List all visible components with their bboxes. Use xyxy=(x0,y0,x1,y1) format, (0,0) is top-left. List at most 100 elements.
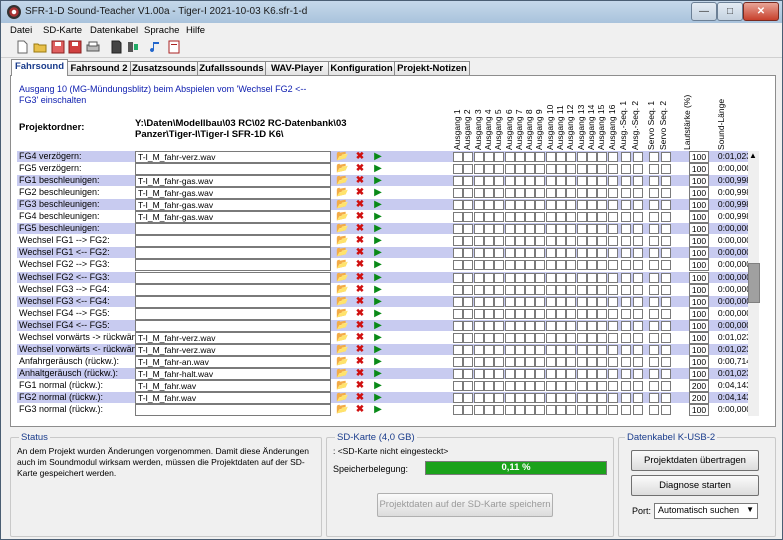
open-folder-icon[interactable]: 📂 xyxy=(336,163,348,174)
servo-checkbox-1[interactable] xyxy=(649,320,659,331)
open-folder-icon[interactable]: 📂 xyxy=(336,344,348,355)
output-checkbox-1[interactable] xyxy=(453,272,463,283)
output-checkbox-14[interactable] xyxy=(586,176,597,187)
seq-checkbox-2[interactable] xyxy=(633,284,643,295)
output-checkbox-15[interactable] xyxy=(597,176,608,187)
output-checkbox-16[interactable] xyxy=(607,284,618,295)
output-checkbox-15[interactable] xyxy=(597,380,608,391)
output-checkbox-11[interactable] xyxy=(556,152,566,162)
output-checkbox-1[interactable] xyxy=(453,308,463,319)
output-checkbox-7[interactable] xyxy=(514,320,525,331)
seq-checkbox-1[interactable] xyxy=(621,380,631,391)
output-checkbox-6[interactable] xyxy=(504,212,515,223)
output-checkbox-7[interactable] xyxy=(514,236,525,247)
output-checkbox-13[interactable] xyxy=(576,344,587,355)
row-volume-field[interactable]: 100 xyxy=(689,307,709,320)
seq-checkbox-2[interactable] xyxy=(633,308,643,319)
output-checkbox-3[interactable] xyxy=(473,152,484,162)
output-checkbox-7[interactable] xyxy=(514,368,525,379)
seq-checkbox-1[interactable] xyxy=(621,260,631,271)
scroll-up-icon[interactable]: ▲ xyxy=(749,151,757,160)
open-folder-icon[interactable]: 📂 xyxy=(336,272,348,283)
output-checkbox-11[interactable] xyxy=(556,200,566,211)
output-checkbox-11[interactable] xyxy=(556,405,566,416)
output-checkbox-15[interactable] xyxy=(597,248,608,259)
output-checkbox-13[interactable] xyxy=(576,164,587,175)
output-checkbox-7[interactable] xyxy=(514,212,525,223)
minimize-button[interactable]: — xyxy=(691,2,717,21)
sd-card-icon[interactable] xyxy=(109,40,123,54)
output-checkbox-2[interactable] xyxy=(463,320,474,331)
output-checkbox-9[interactable] xyxy=(535,164,546,175)
output-checkbox-6[interactable] xyxy=(504,176,515,187)
seq-checkbox-2[interactable] xyxy=(633,296,643,307)
output-checkbox-7[interactable] xyxy=(514,344,525,355)
title-bar[interactable]: SFR-1-D Sound-Teacher V1.00a - Tiger-I 2… xyxy=(1,1,782,23)
seq-checkbox-2[interactable] xyxy=(633,212,643,223)
usb-cable-icon[interactable] xyxy=(126,40,140,54)
seq-checkbox-2[interactable] xyxy=(633,224,643,235)
output-checkbox-9[interactable] xyxy=(535,308,546,319)
servo-checkbox-1[interactable] xyxy=(649,200,659,211)
output-checkbox-2[interactable] xyxy=(463,272,474,283)
output-checkbox-8[interactable] xyxy=(525,248,536,259)
row-file-field[interactable] xyxy=(135,235,331,248)
output-checkbox-16[interactable] xyxy=(607,212,618,223)
output-checkbox-4[interactable] xyxy=(483,188,494,199)
output-checkbox-16[interactable] xyxy=(607,296,618,307)
music-note-icon[interactable] xyxy=(149,40,163,54)
output-checkbox-12[interactable] xyxy=(566,272,577,283)
delete-icon[interactable]: ✖ xyxy=(354,163,366,174)
output-checkbox-13[interactable] xyxy=(576,284,587,295)
output-checkbox-3[interactable] xyxy=(473,393,484,403)
output-checkbox-8[interactable] xyxy=(525,356,536,367)
output-checkbox-10[interactable] xyxy=(545,405,556,416)
output-checkbox-6[interactable] xyxy=(504,164,515,175)
output-checkbox-7[interactable] xyxy=(514,393,525,403)
tab-zufallssounds[interactable]: Zufallssounds xyxy=(197,61,266,75)
output-checkbox-14[interactable] xyxy=(586,393,597,403)
output-checkbox-3[interactable] xyxy=(473,224,484,235)
seq-checkbox-1[interactable] xyxy=(621,368,631,379)
output-checkbox-9[interactable] xyxy=(535,188,546,199)
output-checkbox-1[interactable] xyxy=(453,188,463,199)
output-checkbox-11[interactable] xyxy=(556,224,566,235)
row-volume-field[interactable]: 100 xyxy=(689,187,709,200)
output-checkbox-1[interactable] xyxy=(453,380,463,391)
output-checkbox-3[interactable] xyxy=(473,344,484,355)
servo-checkbox-2[interactable] xyxy=(661,236,671,247)
output-checkbox-10[interactable] xyxy=(545,320,556,331)
seq-checkbox-1[interactable] xyxy=(621,284,631,295)
close-button[interactable]: ✕ xyxy=(743,2,779,21)
output-checkbox-6[interactable] xyxy=(504,308,515,319)
play-icon[interactable]: ▶ xyxy=(372,392,384,403)
open-folder-icon[interactable]: 📂 xyxy=(336,392,348,403)
output-checkbox-14[interactable] xyxy=(586,308,597,319)
play-icon[interactable]: ▶ xyxy=(372,344,384,355)
row-file-field[interactable]: T-I_M_fahr-gas.wav xyxy=(135,211,331,224)
servo-checkbox-1[interactable] xyxy=(649,224,659,235)
output-checkbox-12[interactable] xyxy=(566,224,577,235)
seq-checkbox-2[interactable] xyxy=(633,356,643,367)
delete-icon[interactable]: ✖ xyxy=(354,211,366,222)
servo-checkbox-2[interactable] xyxy=(661,380,671,391)
output-checkbox-5[interactable] xyxy=(494,176,505,187)
row-file-field[interactable]: T-I_M_fahr-gas.wav xyxy=(135,199,331,212)
output-checkbox-11[interactable] xyxy=(556,212,566,223)
play-icon[interactable]: ▶ xyxy=(372,235,384,246)
output-checkbox-14[interactable] xyxy=(586,236,597,247)
seq-checkbox-1[interactable] xyxy=(621,272,631,283)
output-checkbox-8[interactable] xyxy=(525,164,536,175)
row-volume-field[interactable]: 100 xyxy=(689,211,709,224)
output-checkbox-10[interactable] xyxy=(545,272,556,283)
output-checkbox-9[interactable] xyxy=(535,212,546,223)
output-checkbox-12[interactable] xyxy=(566,248,577,259)
output-checkbox-6[interactable] xyxy=(504,405,515,416)
play-icon[interactable]: ▶ xyxy=(372,380,384,391)
output-checkbox-6[interactable] xyxy=(504,200,515,211)
output-checkbox-2[interactable] xyxy=(463,212,474,223)
delete-icon[interactable]: ✖ xyxy=(354,380,366,391)
output-checkbox-9[interactable] xyxy=(535,405,546,416)
output-checkbox-15[interactable] xyxy=(597,332,608,343)
menu-datenkabel[interactable]: Datenkabel xyxy=(90,25,138,36)
